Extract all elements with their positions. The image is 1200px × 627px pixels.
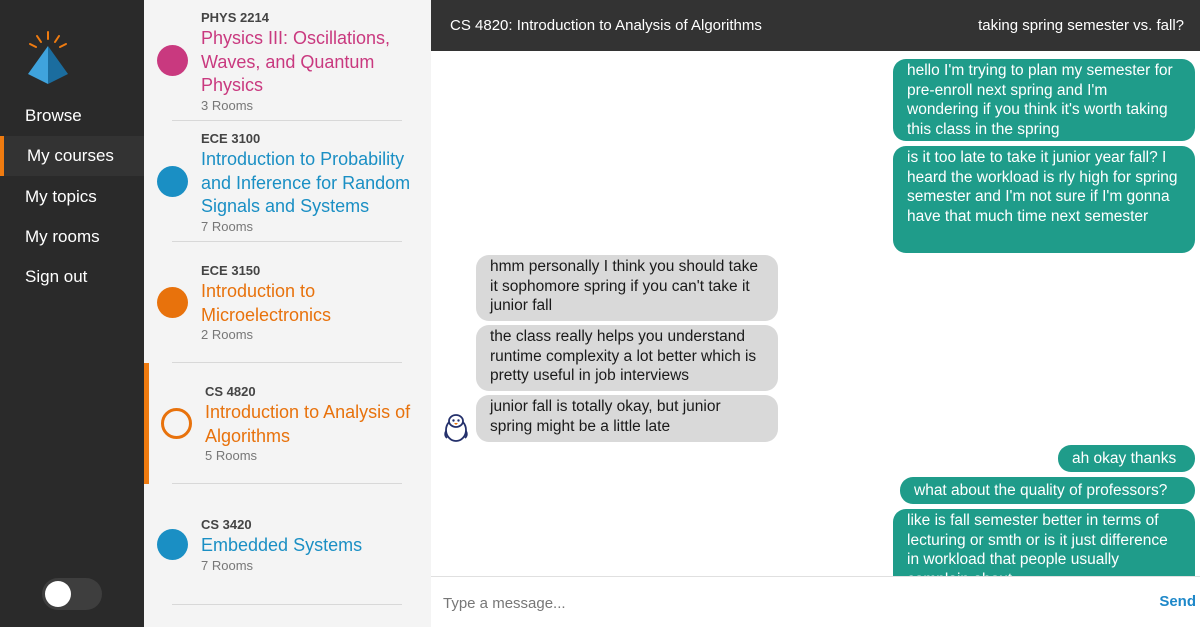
course-color-dot bbox=[157, 166, 188, 197]
message-bubble-mine: like is fall semester better in terms of… bbox=[893, 509, 1195, 576]
message-list[interactable]: hello I'm trying to plan my semester for… bbox=[431, 51, 1200, 576]
message-bubble-mine: ah okay thanks bbox=[1058, 445, 1195, 472]
penguin-avatar-icon[interactable] bbox=[443, 413, 469, 443]
divider bbox=[172, 120, 402, 121]
divider bbox=[172, 604, 402, 605]
course-title: Introduction to Probability and Inferenc… bbox=[201, 149, 411, 216]
course-rooms: 5 Rooms bbox=[205, 448, 258, 463]
course-code: ECE 3100 bbox=[201, 131, 261, 146]
selected-indicator bbox=[144, 363, 149, 484]
message-bubble-theirs: hmm personally I think you should take i… bbox=[476, 255, 778, 321]
course-code: CS 4820 bbox=[205, 384, 256, 399]
side-nav: Browse My courses My topics My rooms Sig… bbox=[0, 0, 144, 627]
course-title: Introduction to Microelectronics bbox=[201, 281, 332, 325]
message-composer: Send bbox=[431, 576, 1200, 627]
toggle-knob bbox=[45, 581, 71, 607]
course-title: Physics III: Oscillations, Waves, and Qu… bbox=[201, 28, 391, 95]
course-color-dot bbox=[157, 529, 188, 560]
nav-sign-out[interactable]: Sign out bbox=[0, 257, 144, 297]
course-rooms: 2 Rooms bbox=[201, 327, 254, 342]
course-rooms: 3 Rooms bbox=[201, 98, 254, 113]
course-code: PHYS 2214 bbox=[201, 10, 269, 25]
theme-toggle[interactable] bbox=[42, 578, 102, 610]
course-title: Introduction to Analysis of Algorithms bbox=[205, 402, 411, 446]
nav-my-rooms[interactable]: My rooms bbox=[0, 217, 144, 257]
nav-browse[interactable]: Browse bbox=[0, 96, 144, 136]
message-input[interactable] bbox=[441, 591, 1105, 615]
course-code: ECE 3150 bbox=[201, 263, 261, 278]
message-bubble-theirs: junior fall is totally okay, but junior … bbox=[476, 395, 778, 442]
course-title: Embedded Systems bbox=[201, 535, 363, 555]
nav-my-courses[interactable]: My courses bbox=[0, 136, 144, 176]
chat-header: CS 4820: Introduction to Analysis of Alg… bbox=[431, 0, 1200, 51]
message-bubble-theirs: the class really helps you understand ru… bbox=[476, 325, 778, 391]
nav-my-topics[interactable]: My topics bbox=[0, 177, 144, 217]
chat-room-name: taking spring semester vs. fall? bbox=[978, 17, 1184, 34]
send-button[interactable]: Send bbox=[1159, 593, 1196, 610]
divider bbox=[172, 483, 402, 484]
course-list: PHYS 2214 Physics III: Oscillations, Wav… bbox=[144, 0, 431, 627]
message-bubble-mine: is it too late to take it junior year fa… bbox=[893, 146, 1195, 253]
divider bbox=[172, 362, 402, 363]
course-color-dot bbox=[157, 287, 188, 318]
divider bbox=[172, 241, 402, 242]
course-color-dot bbox=[157, 45, 188, 76]
message-bubble-mine: hello I'm trying to plan my semester for… bbox=[893, 59, 1195, 141]
course-rooms: 7 Rooms bbox=[201, 558, 254, 573]
course-selected-ring bbox=[161, 408, 192, 439]
course-code: CS 3420 bbox=[201, 517, 252, 532]
course-rooms: 7 Rooms bbox=[201, 219, 254, 234]
chat-course-title: CS 4820: Introduction to Analysis of Alg… bbox=[450, 17, 762, 34]
pyramid-logo-icon[interactable] bbox=[24, 30, 72, 86]
message-bubble-mine: what about the quality of professors? bbox=[900, 477, 1195, 504]
